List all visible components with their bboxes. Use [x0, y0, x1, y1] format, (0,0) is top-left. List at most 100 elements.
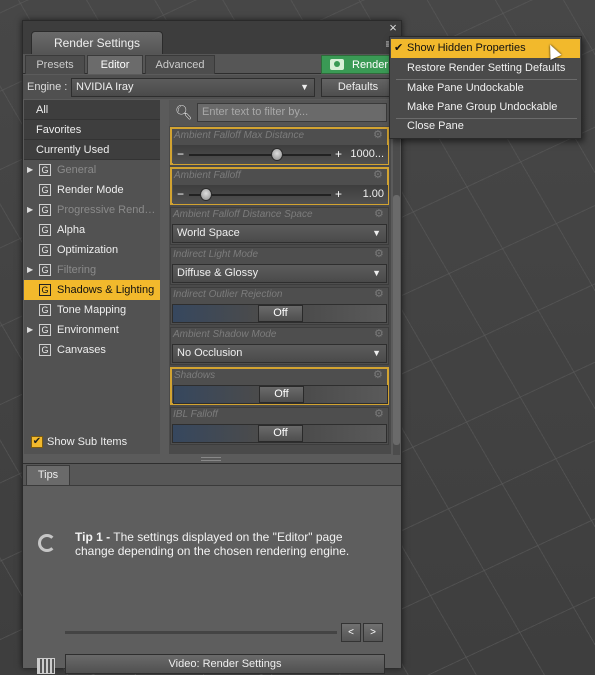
expand-arrow-icon[interactable]: ▶	[27, 260, 33, 280]
menu-item-make-pane-group-undockable[interactable]: Make Pane Group Undockable	[391, 98, 580, 117]
category-item-environment[interactable]: ▶ G Environment	[24, 320, 160, 340]
property-ambient-falloff: Ambient Falloff ⚙ − +1.00	[170, 167, 389, 205]
filter-row: 🔍︎ Enter text to filter by...	[169, 100, 391, 126]
category-item-alpha[interactable]: G Alpha	[24, 220, 160, 240]
gear-icon[interactable]: ⚙	[374, 409, 385, 420]
tip-title: Tip 1 -	[75, 530, 111, 544]
tab-presets[interactable]: Presets	[25, 55, 85, 74]
menu-item-label: Restore Render Setting Defaults	[407, 62, 566, 74]
category-label: Alpha	[57, 224, 86, 236]
tips-body: Tip 1 - The settings displayed on the "E…	[23, 485, 401, 674]
category-item-filtering[interactable]: ▶ G Filtering	[24, 260, 160, 280]
menu-item-label: Close Pane	[407, 120, 464, 132]
toggle-off-button[interactable]: Off	[258, 425, 303, 442]
category-label: General	[57, 164, 97, 176]
tips-panel: Tips Tip 1 - The settings displayed on t…	[23, 463, 401, 674]
group-icon: G	[39, 344, 51, 356]
pane-splitter-handle[interactable]	[201, 457, 221, 461]
close-pane-icon[interactable]: ×	[386, 21, 400, 35]
property-toggle[interactable]: Off	[172, 304, 387, 323]
slider-track[interactable]	[189, 154, 331, 156]
show-sub-items-label: Show Sub Items	[47, 436, 128, 448]
next-tip-button[interactable]: >	[363, 623, 383, 642]
plus-icon[interactable]: +	[335, 145, 342, 164]
slider-value[interactable]: 1.00	[363, 185, 384, 204]
show-sub-items-checkbox[interactable]: ✔ Show Sub Items	[27, 434, 157, 450]
category-item-general[interactable]: ▶ G General	[24, 160, 160, 180]
toggle-off-button[interactable]: Off	[259, 386, 304, 403]
expand-arrow-icon[interactable]: ▶	[27, 160, 33, 180]
property-ambient-shadow-mode: Ambient Shadow Mode ⚙ No Occlusion ▼	[170, 327, 389, 365]
property-dropdown[interactable]: World Space ▼	[172, 224, 387, 243]
pane-tab-render-settings[interactable]: Render Settings	[31, 31, 163, 54]
engine-select[interactable]: NVIDIA Iray ▼	[71, 78, 315, 97]
render-settings-pane: Render Settings × ≡ Presets Editor Advan…	[22, 20, 402, 674]
scrollbar-thumb[interactable]	[393, 195, 400, 445]
property-area: 🔍︎ Enter text to filter by... Ambient Fa…	[169, 100, 391, 454]
dropdown-value: World Space	[177, 227, 240, 239]
menu-item-restore-render-setting-defaults[interactable]: Restore Render Setting Defaults	[391, 59, 580, 78]
property-dropdown[interactable]: Diffuse & Glossy ▼	[172, 264, 387, 283]
subtab-bar: Presets Editor Advanced Render	[23, 54, 401, 74]
group-icon: G	[39, 164, 51, 176]
group-icon: G	[39, 204, 51, 216]
render-button-label: Render	[352, 59, 389, 71]
expand-arrow-icon[interactable]: ▶	[27, 320, 33, 340]
category-item-canvases[interactable]: G Canvases	[24, 340, 160, 360]
menu-item-close-pane[interactable]: Close Pane	[391, 117, 580, 136]
slider-value[interactable]: 1000...	[350, 145, 384, 164]
category-item-favorites[interactable]: Favorites	[24, 120, 160, 140]
minus-icon[interactable]: −	[177, 145, 184, 164]
gear-icon[interactable]: ⚙	[374, 249, 385, 260]
gear-icon[interactable]: ⚙	[373, 170, 384, 181]
property-label: Ambient Shadow Mode	[173, 329, 277, 340]
property-slider[interactable]: − +1000...	[173, 145, 388, 164]
video-render-settings-button[interactable]: Video: Render Settings	[65, 654, 385, 674]
filter-input[interactable]: Enter text to filter by...	[197, 103, 387, 122]
gear-icon[interactable]: ⚙	[373, 370, 384, 381]
category-item-tone-mapping[interactable]: G Tone Mapping	[24, 300, 160, 320]
property-indirect-light-mode: Indirect Light Mode ⚙ Diffuse & Glossy ▼	[170, 247, 389, 285]
tab-advanced[interactable]: Advanced	[145, 55, 215, 74]
dropdown-value: No Occlusion	[177, 347, 243, 359]
slider-knob[interactable]	[271, 148, 284, 161]
property-slider[interactable]: − +1.00	[173, 185, 388, 204]
group-icon: G	[39, 304, 51, 316]
gear-icon[interactable]: ⚙	[374, 329, 385, 340]
category-item-optimization[interactable]: G Optimization	[24, 240, 160, 260]
category-item-shadows-lighting[interactable]: G Shadows & Lighting	[24, 280, 160, 300]
tab-tips[interactable]: Tips	[26, 465, 70, 485]
slider-knob[interactable]	[200, 188, 213, 201]
category-label: Environment	[57, 324, 119, 336]
prev-tip-button[interactable]: <	[341, 623, 361, 642]
plus-icon[interactable]: +	[335, 185, 342, 204]
engine-label: Engine :	[27, 81, 68, 93]
minus-icon[interactable]: −	[177, 185, 184, 204]
expand-arrow-icon[interactable]: ▶	[27, 200, 33, 220]
tip-progress-track	[65, 631, 337, 634]
gear-icon[interactable]: ⚙	[373, 130, 384, 141]
property-toggle[interactable]: Off	[172, 424, 387, 443]
property-scrollbar[interactable]	[393, 125, 400, 455]
gear-icon[interactable]: ⚙	[374, 289, 385, 300]
category-item-all[interactable]: All	[24, 100, 160, 120]
tab-editor[interactable]: Editor	[87, 55, 143, 74]
category-item-currently-used[interactable]: Currently Used	[24, 140, 160, 160]
search-icon[interactable]: 🔍︎	[175, 103, 193, 121]
camera-icon	[330, 59, 344, 70]
menu-item-make-pane-undockable[interactable]: Make Pane Undockable	[391, 79, 580, 98]
property-dropdown[interactable]: No Occlusion ▼	[172, 344, 387, 363]
category-item-render-mode[interactable]: G Render Mode	[24, 180, 160, 200]
defaults-button[interactable]: Defaults	[321, 78, 395, 97]
property-label: Indirect Outlier Rejection	[173, 289, 283, 300]
menu-item-label: Make Pane Group Undockable	[407, 101, 558, 113]
gear-icon[interactable]: ⚙	[374, 209, 385, 220]
dropdown-arrow-icon: ▼	[372, 348, 381, 358]
toggle-off-button[interactable]: Off	[258, 305, 303, 322]
category-list: All Favorites Currently Used ▶ G General G Rend…	[24, 100, 160, 454]
loading-spinner-icon	[38, 534, 56, 552]
category-item-progressive-rend[interactable]: ▶ G Progressive Rend…	[24, 200, 160, 220]
dropdown-arrow-icon: ▼	[372, 268, 381, 278]
property-toggle[interactable]: Off	[173, 385, 388, 404]
engine-value: NVIDIA Iray	[76, 81, 134, 93]
